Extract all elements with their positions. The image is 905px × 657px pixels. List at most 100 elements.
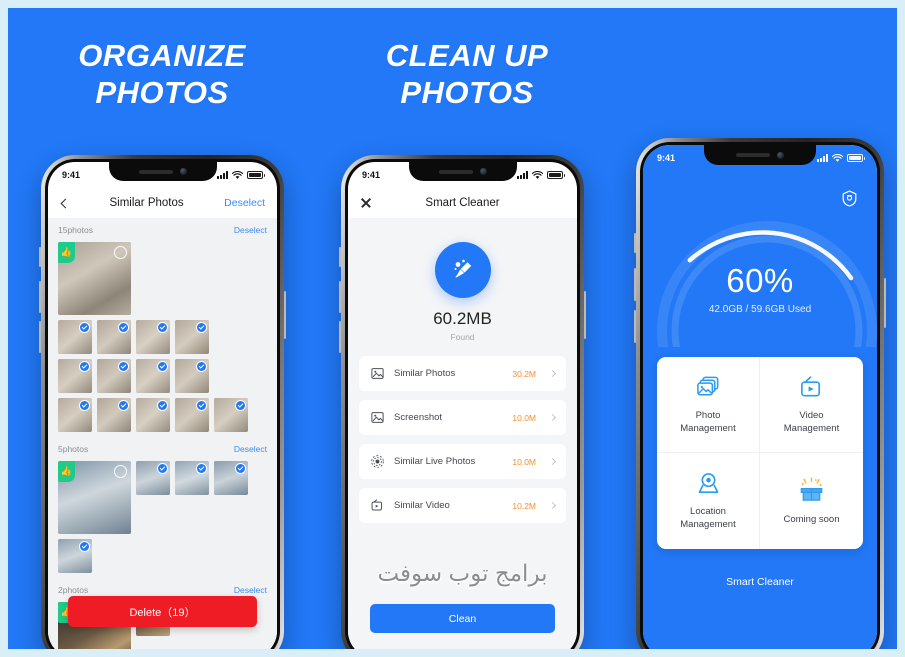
- phone2-mute-switch: [339, 247, 341, 267]
- selected-check-icon[interactable]: [196, 400, 207, 411]
- phone1-bezel: 9:41 Similar Photos Deselect 15photos De…: [45, 159, 280, 649]
- group-count: 2photos: [58, 585, 89, 595]
- category-name: Screenshot: [394, 412, 443, 423]
- photo-thumbnail[interactable]: [97, 398, 131, 432]
- category-row-screenshot[interactable]: Screenshot 10.0M: [359, 400, 566, 435]
- phone1-volume-up: [39, 281, 41, 313]
- category-size: 30.2M: [512, 368, 536, 379]
- photo-thumbnail[interactable]: [58, 539, 92, 573]
- phone3-volume-up: [634, 268, 636, 301]
- feature-photo-management[interactable]: Photo Management: [657, 357, 760, 453]
- category-row-similar-live-photos[interactable]: Similar Live Photos 10.0M: [359, 444, 566, 479]
- photo-thumbnail[interactable]: [97, 320, 131, 354]
- close-icon[interactable]: [360, 197, 372, 209]
- cleaner-categories-list: Similar Photos 30.2M Screenshot 10.0M Si…: [348, 356, 577, 523]
- photo-thumbnail[interactable]: [175, 359, 209, 393]
- photo-thumbnail[interactable]: [175, 398, 209, 432]
- selected-check-icon[interactable]: [79, 322, 90, 333]
- headline-clean-up-photos: CLEAN UP PHOTOS: [385, 38, 549, 110]
- photo-grid[interactable]: 👍: [58, 461, 267, 573]
- chevron-right-icon: [548, 457, 557, 466]
- phone1-notch: [108, 162, 217, 181]
- signal-bars-icon: [517, 171, 528, 179]
- phone3-volume-down: [634, 310, 636, 343]
- phone1-power-button: [284, 291, 286, 339]
- photo-thumbnail[interactable]: [175, 461, 209, 495]
- photo-grid[interactable]: 👍: [58, 242, 267, 393]
- promo-canvas: ORGANIZE PHOTOS CLEAN UP PHOTOS 9:41 Sim…: [8, 8, 897, 649]
- selected-check-icon[interactable]: [196, 463, 207, 474]
- photo-thumbnail[interactable]: [136, 398, 170, 432]
- selected-check-icon[interactable]: [118, 400, 129, 411]
- delete-button[interactable]: Delete（19）: [68, 596, 257, 627]
- category-name: Similar Video: [394, 500, 450, 511]
- feature-grid: Photo Management Video Management Locati…: [657, 357, 863, 549]
- selected-check-icon[interactable]: [118, 322, 129, 333]
- chevron-right-icon: [548, 369, 557, 378]
- storage-gauge: 60% 42.0GB / 59.6GB Used: [643, 207, 877, 347]
- phone2-volume-down: [339, 321, 341, 353]
- headline-organize-photos: ORGANIZE PHOTOS: [78, 38, 246, 110]
- group-header: 15photos Deselect: [58, 218, 267, 242]
- category-row-similar-photos[interactable]: Similar Photos 30.2M: [359, 356, 566, 391]
- found-size-value: 60.2MB: [433, 309, 492, 328]
- photo-grid-row2[interactable]: [58, 398, 267, 432]
- selected-check-icon[interactable]: [157, 463, 168, 474]
- photo-thumbnail[interactable]: [214, 398, 248, 432]
- selection-ring-icon[interactable]: [114, 465, 127, 478]
- photo-thumbnail[interactable]: [58, 359, 92, 393]
- selected-check-icon[interactable]: [235, 400, 246, 411]
- selected-check-icon[interactable]: [79, 400, 90, 411]
- feature-location-management[interactable]: Location Management: [657, 453, 760, 549]
- best-photo-badge: 👍: [58, 461, 75, 482]
- similar-photos-list[interactable]: 15photos Deselect 👍 5photos Deselect 👍 2…: [48, 218, 277, 649]
- selected-check-icon[interactable]: [157, 400, 168, 411]
- photo-thumbnail[interactable]: [175, 320, 209, 354]
- signal-bars-icon: [217, 171, 228, 179]
- battery-icon: [247, 171, 265, 179]
- feature-coming-soon[interactable]: Coming soon: [760, 453, 863, 549]
- phone3-bezel: 9:41 60% 42.0GB / 59.6GB Used Photo Mana…: [640, 142, 880, 649]
- selection-ring-icon[interactable]: [114, 246, 127, 259]
- photo-thumbnail[interactable]: [136, 320, 170, 354]
- phone-mockup-similar-photos: 9:41 Similar Photos Deselect 15photos De…: [39, 155, 286, 649]
- group-header: 5photos Deselect: [58, 437, 267, 461]
- photo-icon: [371, 368, 384, 379]
- selected-check-icon[interactable]: [235, 463, 246, 474]
- photo-thumbnail-primary[interactable]: 👍: [58, 242, 131, 315]
- group-deselect-button[interactable]: Deselect: [234, 225, 267, 235]
- selected-check-icon[interactable]: [118, 361, 129, 372]
- page-title: Smart Cleaner: [425, 197, 500, 209]
- selected-check-icon[interactable]: [196, 322, 207, 333]
- wifi-icon: [532, 170, 543, 179]
- photo-thumbnail[interactable]: [136, 359, 170, 393]
- selected-check-icon[interactable]: [157, 361, 168, 372]
- location-pin-icon: [698, 473, 718, 494]
- category-row-similar-video[interactable]: Similar Video 10.2M: [359, 488, 566, 523]
- screenshot-icon: [371, 412, 384, 423]
- battery-icon: [547, 171, 565, 179]
- selected-check-icon[interactable]: [157, 322, 168, 333]
- feature-label: Photo Management: [680, 409, 736, 434]
- group-deselect-button[interactable]: Deselect: [234, 585, 267, 595]
- group-deselect-button[interactable]: Deselect: [234, 444, 267, 454]
- wifi-icon: [832, 153, 843, 162]
- selected-check-icon[interactable]: [79, 541, 90, 552]
- selected-check-icon[interactable]: [79, 361, 90, 372]
- photo-thumbnail[interactable]: [214, 461, 248, 495]
- feature-video-management[interactable]: Video Management: [760, 357, 863, 453]
- selected-check-icon[interactable]: [196, 361, 207, 372]
- shield-camera-icon[interactable]: [840, 189, 859, 213]
- storage-percent: 60%: [726, 262, 794, 299]
- deselect-all-button[interactable]: Deselect: [224, 197, 265, 209]
- photo-thumbnail[interactable]: [136, 461, 170, 495]
- smart-cleaner-button[interactable]: Smart Cleaner: [669, 567, 851, 597]
- group-count: 15photos: [58, 225, 93, 235]
- photo-thumbnail[interactable]: [97, 359, 131, 393]
- photo-thumbnail[interactable]: [58, 398, 92, 432]
- photo-thumbnail-primary[interactable]: 👍: [58, 461, 131, 534]
- clean-button[interactable]: Clean: [370, 604, 555, 633]
- photo-thumbnail[interactable]: [58, 320, 92, 354]
- phone3-screen: 9:41 60% 42.0GB / 59.6GB Used Photo Mana…: [643, 145, 877, 649]
- phone1-mute-switch: [39, 247, 41, 267]
